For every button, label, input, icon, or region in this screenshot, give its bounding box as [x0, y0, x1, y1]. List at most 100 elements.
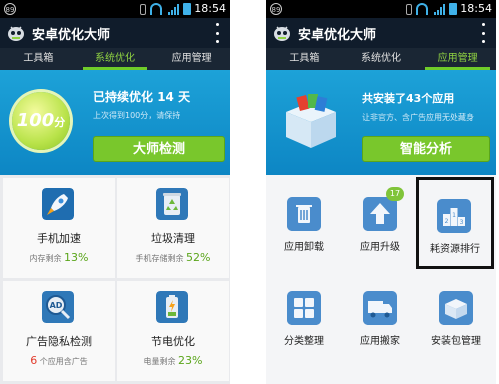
optimized-suffix: 天 — [178, 90, 191, 104]
tile-stat: 手机存储剩余 52% — [117, 251, 229, 264]
analysis-hint-text: 让非官方、含广告应用无处藏身 — [362, 113, 474, 122]
score-unit: 分 — [54, 116, 66, 129]
installed-count: 43 — [406, 92, 422, 105]
status-bar: 89 18:54 — [0, 0, 230, 18]
status-bar: 89 18:54 — [266, 0, 496, 18]
update-count-badge: 17 — [386, 187, 404, 201]
tile-name: 应用升级 — [360, 242, 400, 253]
battery-icon — [156, 291, 188, 323]
stat-value: 6 — [30, 354, 38, 367]
stat-value: 23% — [178, 354, 203, 367]
stat-label: 个应用含广告 — [39, 357, 88, 366]
svg-text:AD: AD — [50, 301, 63, 310]
app-title: 安卓优化大师 — [298, 28, 377, 43]
master-check-button[interactable]: 大师检测 — [93, 136, 225, 162]
tab-system-optimize[interactable]: 系统优化 — [343, 48, 420, 70]
tile-stat: 内存剩余 13% — [3, 251, 115, 264]
ad-scan-icon: AD — [42, 291, 74, 323]
tile-stat: 电量剩余 23% — [117, 354, 229, 367]
wifi-icon — [416, 3, 430, 15]
tile-name: 分类整理 — [284, 336, 324, 347]
upgrade-arrow-icon — [363, 197, 397, 231]
smart-analysis-button[interactable]: 智能分析 — [362, 136, 490, 162]
app-header: 安卓优化大师 — [0, 18, 230, 48]
tile-power-saving[interactable]: 节电优化 电量剩余 23% — [117, 281, 229, 381]
optimized-days: 14 — [157, 90, 174, 104]
notification-badge: 89 — [4, 3, 16, 15]
svg-text:2: 2 — [445, 218, 449, 225]
recycle-icon — [156, 188, 188, 220]
stat-label: 电量剩余 — [143, 357, 176, 366]
app-summary-panel: 共安装了43个应用 让非官方、含广告应用无处藏身 智能分析 — [266, 70, 496, 175]
optimized-prefix: 已持续优化 — [93, 90, 154, 104]
tile-package-manage[interactable]: 安装包管理 — [418, 269, 494, 361]
score-badge: 100分 — [12, 92, 70, 150]
ranking-podium-icon: 2 1 3 — [437, 199, 471, 233]
notification-badge: 89 — [270, 3, 282, 15]
last-score-text: 上次得到100分，请保持 — [93, 111, 181, 120]
tile-name: 耗资源排行 — [430, 244, 480, 255]
tab-app-manage[interactable]: 应用管理 — [153, 48, 230, 70]
tab-bar: 工具箱 系统优化 应用管理 — [266, 48, 496, 70]
status-icons — [140, 3, 191, 15]
app-logo-icon — [274, 26, 290, 41]
left-phone-screen: 89 18:54 安卓优化大师 工具箱 系统优化 应用管理 100分 已持续优化… — [0, 0, 230, 384]
tab-app-manage[interactable]: 应用管理 — [419, 48, 496, 70]
svg-text:1: 1 — [452, 212, 456, 219]
installed-suffix: 个应用 — [421, 92, 455, 105]
stat-label: 手机存储剩余 — [135, 254, 184, 263]
app-title: 安卓优化大师 — [32, 28, 111, 43]
clock: 18:54 — [460, 2, 492, 15]
app-tools-grid: 应用卸载 17 应用升级 2 1 3 耗资源排行 分类整理 应用搬家 安装包管理 — [266, 175, 496, 384]
tab-bar: 工具箱 系统优化 应用管理 — [0, 48, 230, 70]
battery-status-icon — [449, 3, 457, 15]
overflow-menu-icon[interactable] — [216, 23, 220, 43]
status-icons — [406, 3, 457, 15]
trash-icon — [287, 197, 321, 231]
tile-app-move[interactable]: 应用搬家 — [342, 269, 418, 361]
tile-name: 广告隐私检测 — [26, 335, 92, 348]
optimized-days-text: 已持续优化 14 天 — [93, 88, 190, 105]
optimize-tiles-grid: 手机加速 内存剩余 13% 垃圾清理 手机存储剩余 52% AD 广告隐私检测 … — [0, 175, 230, 384]
tab-toolbox[interactable]: 工具箱 — [0, 48, 77, 70]
tile-app-uninstall[interactable]: 应用卸载 — [266, 175, 342, 267]
installed-prefix: 共安装了 — [362, 92, 406, 105]
tile-name: 应用卸载 — [284, 242, 324, 253]
bluetooth-icon — [140, 3, 146, 15]
tile-name: 节电优化 — [151, 335, 195, 348]
signal-icon — [434, 3, 445, 15]
overflow-menu-icon[interactable] — [482, 23, 486, 43]
tile-name: 手机加速 — [37, 232, 81, 245]
tile-category-organize[interactable]: 分类整理 — [266, 269, 342, 361]
clock: 18:54 — [194, 2, 226, 15]
battery-status-icon — [183, 3, 191, 15]
tile-resource-ranking[interactable]: 2 1 3 耗资源排行 — [416, 177, 494, 269]
tile-name: 应用搬家 — [360, 336, 400, 347]
tile-phone-speedup[interactable]: 手机加速 内存剩余 13% — [3, 178, 115, 278]
tile-stat: 6 个应用含广告 — [3, 354, 115, 367]
tab-system-optimize[interactable]: 系统优化 — [77, 48, 154, 70]
moving-truck-icon — [363, 291, 397, 325]
bluetooth-icon — [406, 3, 412, 15]
tab-toolbox[interactable]: 工具箱 — [266, 48, 343, 70]
stat-value: 13% — [64, 251, 89, 264]
stat-label: 内存剩余 — [29, 254, 62, 263]
signal-icon — [168, 3, 179, 15]
tile-ad-privacy-scan[interactable]: AD 广告隐私检测 6 个应用含广告 — [3, 281, 115, 381]
optimize-summary-panel: 100分 已持续优化 14 天 上次得到100分，请保持 大师检测 — [0, 70, 230, 175]
package-box-icon — [439, 291, 473, 325]
svg-text:3: 3 — [460, 219, 464, 226]
tile-junk-clean[interactable]: 垃圾清理 手机存储剩余 52% — [117, 178, 229, 278]
category-grid-icon — [287, 291, 321, 325]
tile-name: 安装包管理 — [431, 336, 481, 347]
wifi-icon — [150, 3, 164, 15]
app-box-icon — [286, 94, 336, 148]
app-logo-icon — [8, 26, 24, 41]
installed-count-text: 共安装了43个应用 — [362, 90, 454, 106]
score-value: 100 — [16, 110, 55, 131]
stat-value: 52% — [186, 251, 211, 264]
app-header: 安卓优化大师 — [266, 18, 496, 48]
tile-app-upgrade[interactable]: 17 应用升级 — [342, 175, 418, 267]
rocket-icon — [42, 188, 74, 220]
tile-name: 垃圾清理 — [151, 232, 195, 245]
